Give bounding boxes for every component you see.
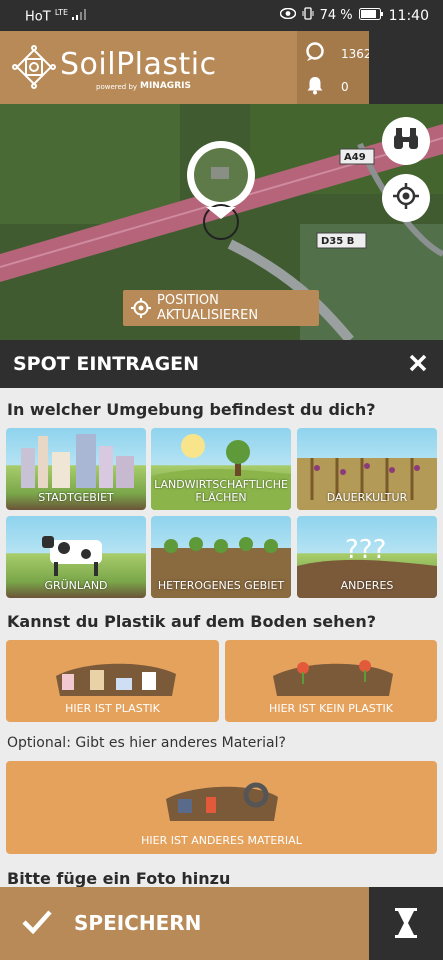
user-stats: 1362 0 bbox=[297, 31, 372, 104]
app-logo-name: SoilPlastic bbox=[60, 47, 217, 82]
brand-label: MINAGRIS bbox=[140, 81, 191, 91]
plastic-yes-label: HIER IST PLASTIK bbox=[65, 702, 160, 715]
plastic-no-label: HIER IST KEIN PLASTIK bbox=[269, 702, 393, 715]
app-header: SoilPlastic powered by MINAGRIS 1362 0 bbox=[0, 31, 443, 104]
powered-by-label: powered by bbox=[96, 83, 138, 91]
hourglass-button[interactable] bbox=[369, 887, 443, 960]
environment-label: DAUERKULTUR bbox=[326, 491, 408, 504]
environment-label: ANDERES bbox=[340, 579, 394, 592]
close-icon bbox=[409, 354, 427, 376]
header-menu-area[interactable] bbox=[369, 31, 443, 104]
environment-option-urban[interactable]: STADTGEBIET bbox=[6, 428, 146, 510]
other-material-button[interactable]: HIER IST ANDERES MATERIAL bbox=[6, 761, 437, 854]
checkmark-icon bbox=[22, 909, 52, 939]
carrier-info: HoT LTE bbox=[25, 8, 88, 24]
road-label-d35b: D35 B bbox=[321, 236, 355, 247]
update-position-label: POSITION AKTUALISIEREN bbox=[157, 293, 259, 323]
plastic-yes-button[interactable]: HIER IST PLASTIK bbox=[6, 640, 219, 722]
environment-label: HETEROGENES GEBIET bbox=[157, 579, 285, 592]
save-label: SPEICHERN bbox=[74, 911, 202, 935]
optional-material-label: Optional: Gibt es hier anderes Material? bbox=[7, 735, 286, 751]
status-right: 74 % 11:40 bbox=[279, 7, 429, 24]
clean-soil-illustration bbox=[273, 660, 393, 696]
close-button[interactable] bbox=[409, 354, 427, 376]
update-position-button[interactable]: POSITION AKTUALISIEREN bbox=[123, 290, 319, 326]
environment-label: GRÜNLAND bbox=[44, 579, 108, 592]
footer-bar: SPEICHERN bbox=[0, 887, 443, 960]
spots-count: 1362 bbox=[341, 46, 372, 61]
sheet-header: SPOT EINTRAGEN bbox=[0, 340, 443, 388]
road-label-a49: A49 bbox=[344, 152, 366, 163]
hourglass-icon bbox=[395, 908, 417, 942]
svg-text:???: ??? bbox=[345, 535, 386, 565]
battery-icon bbox=[358, 7, 383, 24]
binoculars-icon bbox=[393, 127, 419, 155]
save-button[interactable]: SPEICHERN bbox=[0, 887, 369, 960]
environment-option-heterogeneous[interactable]: HETEROGENES GEBIET bbox=[151, 516, 291, 598]
environment-label: STADTGEBIET bbox=[38, 491, 114, 504]
sheet-title: SPOT EINTRAGEN bbox=[13, 353, 200, 375]
environment-question: In welcher Umgebung befindest du dich? bbox=[7, 400, 376, 419]
network-label: LTE bbox=[54, 8, 69, 17]
spot-pin-icon bbox=[305, 42, 325, 65]
explore-map-button[interactable] bbox=[382, 117, 430, 165]
plastic-question: Kannst du Plastik auf dem Boden sehen? bbox=[7, 612, 377, 631]
map-view[interactable]: A49 D35 B POSITION AKTUALISIEREN bbox=[0, 104, 443, 340]
environment-option-grassland[interactable]: GRÜNLAND bbox=[6, 516, 146, 598]
spots-counter[interactable]: 1362 bbox=[305, 42, 372, 65]
status-bar: HoT LTE 74 % 11:40 bbox=[0, 0, 443, 31]
carrier-label: HoT bbox=[25, 9, 51, 25]
environment-label: LANDWIRTSCHAFTLICHE FLÄCHEN bbox=[154, 478, 288, 504]
plastic-waste-illustration bbox=[56, 663, 176, 696]
environment-option-permanent-crop[interactable]: DAUERKULTUR bbox=[297, 428, 437, 510]
battery-percent: 74 % bbox=[319, 8, 353, 23]
bell-icon bbox=[305, 75, 325, 98]
plastic-no-button[interactable]: HIER IST KEIN PLASTIK bbox=[225, 640, 437, 722]
photo-question: Bitte füge ein Foto hinzu bbox=[7, 869, 231, 888]
notifications-counter[interactable]: 0 bbox=[305, 75, 349, 98]
logo-ornament-icon bbox=[12, 45, 56, 89]
crosshair-icon bbox=[131, 298, 151, 322]
notifications-count: 0 bbox=[341, 79, 349, 94]
other-material-label: HIER IST ANDERES MATERIAL bbox=[141, 834, 302, 847]
eye-icon bbox=[279, 7, 296, 23]
crosshair-icon bbox=[393, 183, 419, 213]
vibrate-icon bbox=[302, 7, 314, 24]
locate-me-button[interactable] bbox=[382, 174, 430, 222]
signal-icon bbox=[72, 9, 88, 24]
environment-option-other[interactable]: ??? ANDERES bbox=[297, 516, 437, 598]
clock: 11:40 bbox=[388, 7, 429, 24]
location-pin-icon bbox=[183, 137, 259, 240]
other-material-illustration bbox=[166, 782, 278, 821]
environment-option-agricultural[interactable]: LANDWIRTSCHAFTLICHE FLÄCHEN bbox=[151, 428, 291, 510]
